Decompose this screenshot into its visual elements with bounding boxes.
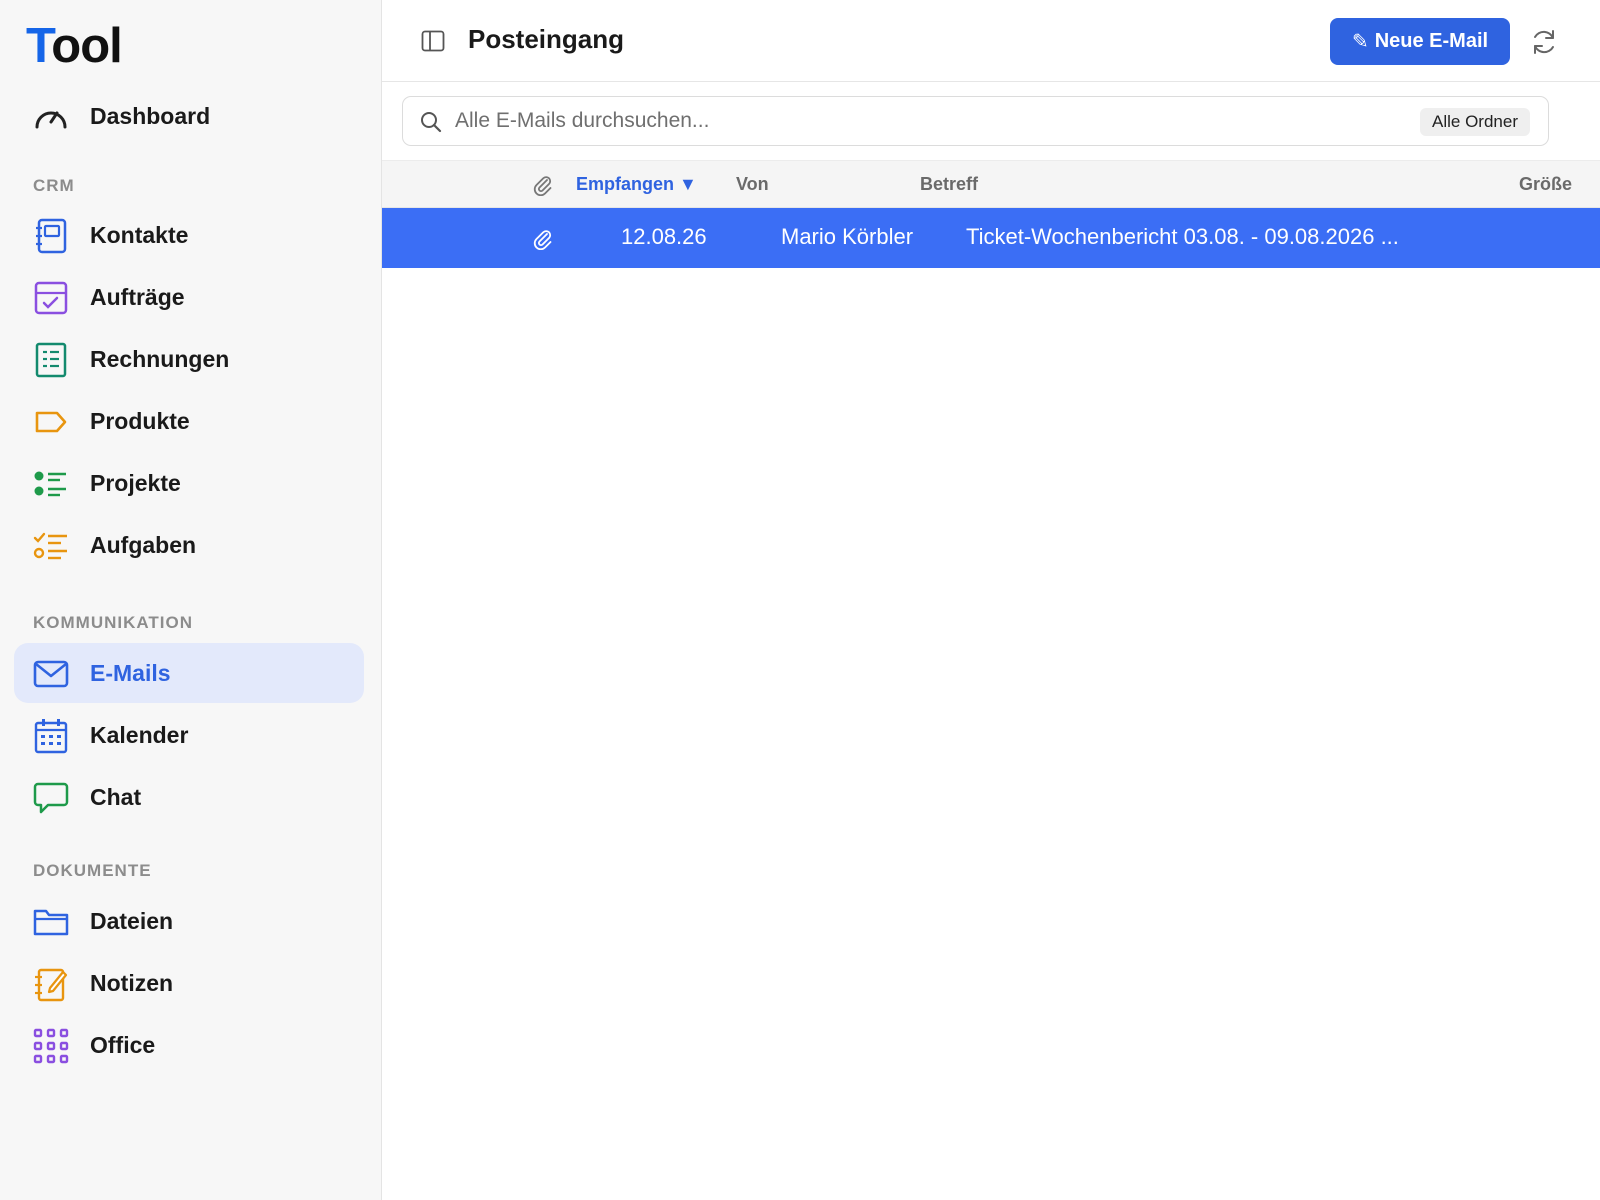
projects-list-icon — [32, 467, 70, 501]
app-window: Tool Dashboard CRM Kontakte Aufträge Rec — [0, 0, 1600, 1200]
folder-scope-chip[interactable]: Alle Ordner — [1420, 108, 1530, 136]
sidebar-item-label: Dateien — [90, 907, 174, 934]
search-bar: Alle Ordner — [402, 96, 1549, 146]
sidebar-item-kontakte[interactable]: Kontakte — [14, 205, 364, 265]
notes-icon — [32, 967, 70, 1002]
sidebar-item-produkte[interactable]: Produkte — [14, 391, 364, 451]
sidebar-item-notizen[interactable]: Notizen — [14, 953, 364, 1013]
sidebar-item-label: Projekte — [90, 469, 181, 496]
sidebar-item-label: Rechnungen — [90, 345, 230, 372]
sort-desc-icon: ▼ — [679, 174, 697, 194]
invoice-icon — [32, 342, 70, 378]
sidebar-item-projekte[interactable]: Projekte — [14, 453, 364, 513]
section-label-dokumente: DOKUMENTE — [33, 861, 152, 880]
sidebar: Tool Dashboard CRM Kontakte Aufträge Rec — [0, 0, 382, 1200]
new-email-label: Neue E-Mail — [1374, 30, 1489, 52]
sidebar-item-dashboard[interactable]: Dashboard — [14, 86, 364, 146]
sidebar-item-label: Produkte — [90, 407, 190, 434]
main-content: Posteingang ✎ Neue E-Mail Alle Ordner Em… — [382, 0, 1600, 1200]
tasks-icon — [32, 529, 70, 563]
section-label-kommunikation: KOMMUNIKATION — [33, 613, 193, 632]
calendar-icon — [32, 719, 70, 754]
new-email-button[interactable]: ✎ Neue E-Mail — [1330, 18, 1510, 65]
sidebar-item-aufgaben[interactable]: Aufgaben — [14, 515, 364, 575]
sidebar-item-label: Dashboard — [90, 102, 211, 129]
chat-bubble-icon — [32, 781, 70, 815]
sidebar-item-chat[interactable]: Chat — [14, 767, 364, 827]
app-logo[interactable]: Tool — [26, 18, 123, 74]
sidebar-item-dateien[interactable]: Dateien — [14, 891, 364, 951]
attachment-icon — [532, 228, 554, 251]
column-label-received: Empfangen — [576, 174, 675, 194]
folder-icon — [32, 905, 70, 939]
sidebar-item-label: Office — [90, 1031, 156, 1058]
sidebar-item-auftraege[interactable]: Aufträge — [14, 267, 364, 327]
page-title: Posteingang — [468, 24, 625, 54]
sidebar-item-label: Kalender — [90, 721, 189, 748]
table-row[interactable]: 12.08.26 Mario Körbler Ticket-Wochenberi… — [382, 208, 1600, 268]
dashboard-gauge-icon — [32, 100, 70, 134]
search-icon — [419, 110, 443, 134]
column-header-from[interactable]: Von — [736, 174, 769, 195]
orders-icon — [32, 281, 70, 315]
sidebar-item-label: E-Mails — [90, 659, 171, 686]
sidebar-item-label: Kontakte — [90, 221, 189, 248]
apps-grid-icon — [32, 1028, 70, 1064]
cell-received: 12.08.26 — [621, 224, 707, 249]
sidebar-item-label: Aufträge — [90, 283, 185, 310]
cell-from: Mario Körbler — [781, 224, 914, 249]
sidebar-item-label: Chat — [90, 783, 142, 810]
sidebar-item-kalender[interactable]: Kalender — [14, 705, 364, 765]
sidebar-item-office[interactable]: Office — [14, 1015, 364, 1075]
sidebar-item-rechnungen[interactable]: Rechnungen — [14, 329, 364, 389]
attachment-column-icon[interactable] — [532, 174, 554, 197]
topbar: Posteingang ✎ Neue E-Mail — [382, 0, 1600, 82]
search-input[interactable] — [455, 105, 1355, 137]
sidebar-item-e-mails[interactable]: E-Mails — [14, 643, 364, 703]
contacts-icon — [32, 218, 70, 254]
column-header-subject[interactable]: Betreff — [920, 174, 978, 195]
table-header: Empfangen ▼ Von Betreff Größe — [382, 160, 1600, 208]
pencil-icon: ✎ — [1351, 31, 1369, 53]
refresh-icon[interactable] — [1528, 26, 1560, 58]
cell-subject: Ticket-Wochenbericht 03.08. - 09.08.2026… — [966, 224, 1399, 249]
sidebar-toggle-icon[interactable] — [418, 26, 448, 56]
column-header-received[interactable]: Empfangen ▼ — [576, 174, 697, 195]
mail-icon — [32, 657, 70, 691]
column-header-size[interactable]: Größe — [1519, 174, 1572, 195]
logo-letter-t: T — [26, 19, 52, 73]
tag-icon — [32, 405, 70, 439]
section-label-crm: CRM — [33, 176, 75, 195]
sidebar-item-label: Aufgaben — [90, 531, 197, 558]
sidebar-item-label: Notizen — [90, 969, 174, 996]
logo-text: ool — [51, 19, 122, 73]
